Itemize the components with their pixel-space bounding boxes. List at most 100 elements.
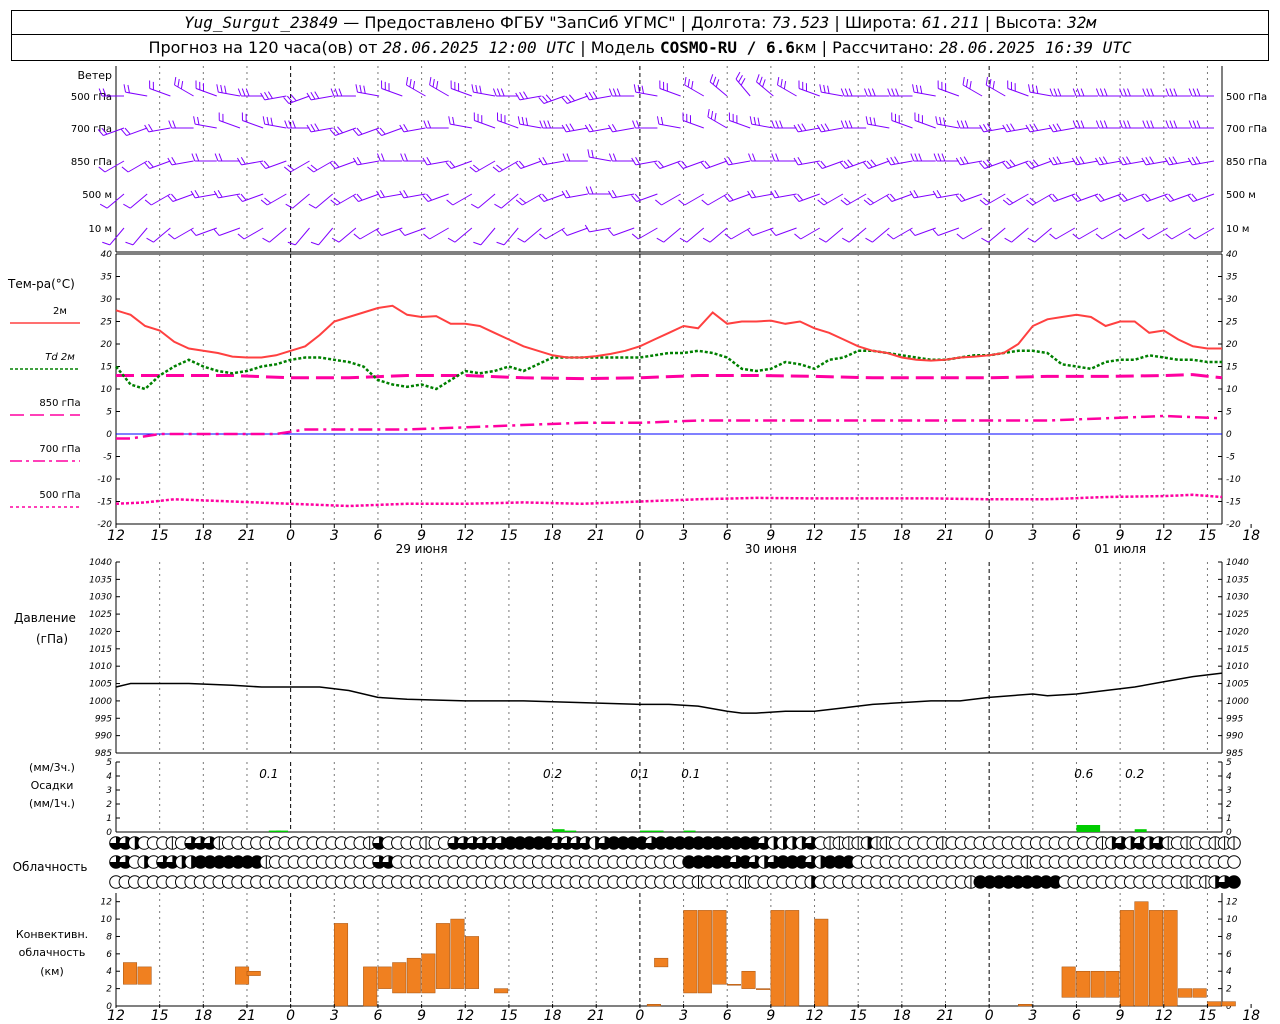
wind-barb-feather bbox=[865, 116, 869, 125]
wind-barb-feather bbox=[492, 166, 500, 173]
wind-barb-feather bbox=[775, 120, 779, 129]
legend-label-t700: 700 гПа bbox=[39, 444, 80, 455]
precip-bar bbox=[1088, 825, 1101, 832]
wind-barb-feather bbox=[1169, 88, 1174, 97]
wind-barb-feather bbox=[959, 193, 966, 201]
wind-barb-feather bbox=[751, 190, 757, 198]
wind-barb-feather bbox=[866, 160, 873, 168]
wind-barb-shaft bbox=[938, 88, 960, 97]
conv-bar bbox=[1119, 910, 1134, 1007]
precip-bar bbox=[651, 830, 664, 832]
conv-bar bbox=[363, 966, 378, 1007]
wind-barb-feather bbox=[771, 120, 776, 129]
conv-bar bbox=[1221, 1001, 1236, 1007]
wind-barb-shaft bbox=[777, 84, 797, 97]
wind-barb-feather bbox=[146, 237, 154, 243]
conv-bar bbox=[450, 918, 465, 989]
precip-tick-label-left: 2 bbox=[106, 800, 112, 810]
wind-barb-feather bbox=[473, 241, 482, 246]
wind-barb-feather bbox=[756, 74, 760, 83]
wind-barb-feather bbox=[314, 91, 320, 99]
wind-barb-feather bbox=[704, 160, 711, 168]
wind-barb-shaft bbox=[914, 120, 936, 129]
wind-barb-feather bbox=[102, 241, 111, 246]
conv-hour-label: 9 bbox=[417, 1008, 426, 1024]
pressure-tick-label-left: 990 bbox=[95, 732, 112, 742]
conv-bar bbox=[1018, 1004, 1033, 1007]
cloud-symbol bbox=[1227, 855, 1241, 869]
wind-barb-feather bbox=[569, 123, 575, 131]
series-t500 bbox=[115, 493, 1223, 508]
wind-barb-feather bbox=[1169, 120, 1174, 129]
wind-barb-shaft bbox=[195, 88, 217, 97]
wind-barb-feather bbox=[611, 190, 617, 198]
wind-barb-shaft bbox=[497, 120, 519, 129]
wind-barb-feather bbox=[144, 199, 152, 206]
temp-hour-label: 21 bbox=[587, 528, 605, 544]
temp-hour-label: 18 bbox=[544, 528, 562, 544]
temp-tick-label-left: 0 bbox=[106, 430, 112, 440]
wind-barb-shaft bbox=[938, 227, 960, 236]
wind-barb-feather bbox=[353, 233, 361, 240]
temp-hour-label: 12 bbox=[1155, 528, 1173, 544]
wind-barb-feather bbox=[827, 85, 830, 94]
pressure-tick-label-left: 1035 bbox=[89, 575, 112, 585]
wind-barb-feather bbox=[820, 197, 828, 204]
wind-barb-feather bbox=[1072, 120, 1077, 129]
conv-bar bbox=[646, 1004, 661, 1007]
wind-barb-feather bbox=[125, 241, 134, 246]
pressure-tick-label-left: 995 bbox=[95, 714, 112, 724]
wind-barb-shaft bbox=[543, 193, 565, 202]
temp-tick-label-right: 5 bbox=[1226, 408, 1232, 418]
wind-barb-feather bbox=[237, 88, 242, 97]
pressure-tick-label-right: 1025 bbox=[1226, 610, 1249, 620]
wind-level-label-right: 10 м bbox=[1226, 224, 1249, 235]
conv-bar bbox=[1076, 970, 1091, 998]
wind-barb-feather bbox=[426, 157, 432, 165]
wind-barb-feather bbox=[240, 157, 246, 165]
wind-barb-feather bbox=[262, 116, 266, 125]
wind-barb-feather bbox=[1145, 193, 1152, 201]
wind-barb-feather bbox=[727, 157, 733, 165]
series-pressure bbox=[115, 672, 1223, 714]
wind-barb-feather bbox=[1192, 88, 1197, 97]
pressure-tick-label-left: 1025 bbox=[89, 610, 112, 620]
wind-barb-feather bbox=[842, 237, 850, 243]
wind-barb-feather bbox=[819, 84, 822, 93]
wind-barb-feather bbox=[405, 77, 409, 86]
wind-barb-feather bbox=[1150, 120, 1155, 129]
precip-unit-top: (мм/3ч.) bbox=[29, 761, 75, 774]
wind-barb-shaft bbox=[427, 193, 449, 202]
temp-tick-label-right: 20 bbox=[1226, 340, 1238, 350]
conv-bar bbox=[421, 953, 436, 994]
wind-barb-feather bbox=[1032, 159, 1039, 167]
wind-barb-feather bbox=[260, 162, 267, 169]
wind-barb-shaft bbox=[1100, 193, 1122, 202]
series-t850 bbox=[116, 373, 1223, 381]
wind-barb-feather bbox=[777, 77, 780, 86]
wind-barb-shaft bbox=[1009, 193, 1029, 206]
conv-hour-label: 0 bbox=[286, 1008, 295, 1024]
precip-bar bbox=[683, 830, 696, 832]
wind-barb-shaft bbox=[475, 160, 496, 173]
conv-bar bbox=[392, 962, 407, 994]
wind-barb-shaft bbox=[613, 227, 635, 236]
wind-barb-feather bbox=[1029, 160, 1036, 168]
precip-amount-label: 0.1 bbox=[259, 767, 278, 781]
wind-barb-feather bbox=[469, 166, 477, 173]
wind-barb-feather bbox=[518, 160, 525, 168]
wind-barb-feather bbox=[220, 84, 223, 93]
wind-barb-shaft bbox=[543, 95, 565, 104]
wind-barb-feather bbox=[310, 241, 319, 246]
wind-barb-feather bbox=[775, 153, 779, 162]
conv-bar bbox=[123, 962, 138, 985]
wind-barb-shaft bbox=[219, 120, 241, 129]
wind-barb-feather bbox=[889, 193, 896, 201]
conv-bar bbox=[1207, 1001, 1222, 1007]
wind-barb-feather bbox=[1027, 237, 1036, 243]
temp-hour-label: 21 bbox=[238, 528, 256, 544]
wind-barb-shaft bbox=[961, 193, 983, 202]
pressure-tick-label-right: 1010 bbox=[1226, 662, 1249, 672]
wind-barb-feather bbox=[1095, 233, 1103, 240]
precip-bar bbox=[564, 830, 577, 832]
